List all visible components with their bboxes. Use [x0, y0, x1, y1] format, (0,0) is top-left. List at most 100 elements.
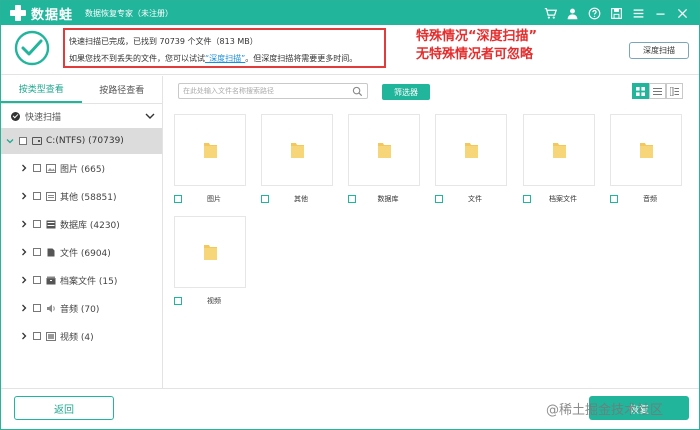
filter-button[interactable]: 筛选器	[382, 84, 430, 100]
category-card-other[interactable]: 其他	[261, 114, 333, 204]
check-dot-icon	[11, 111, 20, 121]
card-checkbox[interactable]	[348, 195, 356, 203]
search-box	[178, 83, 368, 99]
deep-scan-button[interactable]: 深度扫描	[629, 42, 689, 59]
chevron-right-icon[interactable]	[19, 275, 29, 285]
category-card-thumbnail[interactable]	[523, 114, 595, 186]
tree-item-audio[interactable]: 音频 (70)	[1, 294, 162, 322]
hard-drive-icon	[32, 137, 42, 145]
chevron-down-icon[interactable]	[5, 136, 15, 146]
chevron-right-icon[interactable]	[19, 219, 29, 229]
tree-item-other[interactable]: 其他 (58851)	[1, 182, 162, 210]
chevron-right-icon[interactable]	[19, 163, 29, 173]
chevron-right-icon[interactable]	[19, 331, 29, 341]
deep-scan-hint-post: 。但深度扫描将需要更多时间。	[245, 54, 358, 63]
category-card-database[interactable]: 数据库	[348, 114, 420, 204]
folder-icon	[552, 143, 566, 158]
folder-icon	[290, 143, 304, 158]
app-logo: 数据蛙	[9, 4, 73, 23]
category-card-label: 图片	[207, 195, 221, 203]
category-card-thumbnail[interactable]	[174, 216, 246, 288]
chevron-right-icon[interactable]	[19, 247, 29, 257]
tree-item-label: 音频 (70)	[60, 304, 100, 315]
tree-checkbox[interactable]	[33, 192, 41, 200]
category-card-label-row: 其他	[261, 194, 333, 204]
tree-item-images[interactable]: 图片 (665)	[1, 154, 162, 182]
folder-icon	[203, 245, 217, 260]
tree-checkbox[interactable]	[33, 276, 41, 284]
quick-scan-row[interactable]: 快速扫描	[1, 104, 162, 128]
drive-row-c[interactable]: C:(NTFS) (70739)	[1, 128, 162, 154]
scan-summary-box: 快速扫描已完成，已找到 70739 个文件（813 MB） 如果您找不到丢失的文…	[63, 28, 386, 68]
save-icon[interactable]	[605, 1, 627, 25]
tree-item-label: 数据库 (4230)	[60, 220, 120, 231]
grid-view-button[interactable]	[632, 83, 649, 99]
folder-icon	[203, 143, 217, 158]
category-card-thumbnail[interactable]	[435, 114, 507, 186]
list-view-icon	[653, 87, 662, 95]
category-card-label: 数据库	[377, 195, 399, 203]
category-card-audio[interactable]: 音频	[610, 114, 682, 204]
category-card-video[interactable]: 视频	[174, 216, 246, 306]
tree-item-archives[interactable]: 档案文件 (15)	[1, 266, 162, 294]
tree-item-video[interactable]: 视频 (4)	[1, 322, 162, 350]
check-circle-icon	[14, 30, 50, 66]
help-icon[interactable]	[583, 1, 605, 25]
card-checkbox[interactable]	[174, 297, 182, 305]
category-card-label-row: 音频	[610, 194, 682, 204]
category-card-archives[interactable]: 档案文件	[523, 114, 595, 204]
category-card-thumbnail[interactable]	[610, 114, 682, 186]
category-card-documents[interactable]: 文件	[435, 114, 507, 204]
tree-checkbox[interactable]	[33, 304, 41, 312]
tree-item-label: 视频 (4)	[60, 332, 94, 343]
search-icon[interactable]	[352, 86, 363, 97]
category-card-thumbnail[interactable]	[174, 114, 246, 186]
deep-scan-link[interactable]: “深度扫描”	[205, 54, 245, 63]
annotation-line-1: 特殊情况“深度扫描”	[416, 29, 538, 44]
tree-checkbox[interactable]	[33, 220, 41, 228]
tree-checkbox[interactable]	[33, 248, 41, 256]
tree-checkbox[interactable]	[33, 332, 41, 340]
list-view-button[interactable]	[649, 83, 666, 99]
category-card-thumbnail[interactable]	[261, 114, 333, 186]
footer: 返回 恢复 @稀土掘金技术社区	[1, 388, 699, 429]
card-checkbox[interactable]	[610, 195, 618, 203]
tree-item-documents[interactable]: 文件 (6904)	[1, 238, 162, 266]
chevron-right-icon[interactable]	[19, 191, 29, 201]
chevron-right-icon[interactable]	[19, 303, 29, 313]
drive-checkbox[interactable]	[19, 137, 27, 145]
category-card-label: 文件	[468, 195, 482, 203]
drive-label: C:(NTFS) (70739)	[46, 136, 124, 146]
title-bar: 数据蛙 数据恢复专家（未注册）	[1, 1, 699, 25]
category-card-label: 档案文件	[549, 195, 577, 203]
detail-view-icon	[670, 86, 679, 96]
card-checkbox[interactable]	[174, 195, 182, 203]
menu-icon[interactable]	[627, 1, 649, 25]
chevron-down-icon[interactable]	[144, 110, 156, 122]
cart-icon[interactable]	[539, 1, 561, 25]
tab-view-by-type[interactable]: 按类型查看	[1, 76, 82, 103]
detail-view-button[interactable]	[666, 83, 683, 99]
card-checkbox[interactable]	[261, 195, 269, 203]
card-checkbox[interactable]	[523, 195, 531, 203]
archive-icon	[46, 276, 56, 285]
tree-item-database[interactable]: 数据库 (4230)	[1, 210, 162, 238]
card-checkbox[interactable]	[435, 195, 443, 203]
tab-view-by-path[interactable]: 按路径查看	[82, 76, 163, 103]
scan-result-header: 快速扫描已完成，已找到 70739 个文件（813 MB） 如果您找不到丢失的文…	[1, 25, 699, 75]
category-card-label: 音频	[643, 195, 657, 203]
tree-item-label: 其他 (58851)	[60, 192, 117, 203]
tree-checkbox[interactable]	[33, 164, 41, 172]
sidebar: 按类型查看 按路径查看 快速扫描 C:(NTFS) (70739) 图片 (66…	[1, 76, 163, 388]
category-card-thumbnail[interactable]	[348, 114, 420, 186]
category-card-label-row: 图片	[174, 194, 246, 204]
user-icon[interactable]	[561, 1, 583, 25]
search-input[interactable]	[179, 84, 347, 98]
grid-view-icon	[636, 86, 645, 96]
close-icon[interactable]	[671, 1, 693, 25]
minimize-icon[interactable]	[649, 1, 671, 25]
back-button[interactable]: 返回	[14, 396, 114, 420]
folder-icon	[639, 143, 653, 158]
app-subtitle: 数据恢复专家（未注册）	[85, 8, 174, 18]
category-card-images[interactable]: 图片	[174, 114, 246, 204]
